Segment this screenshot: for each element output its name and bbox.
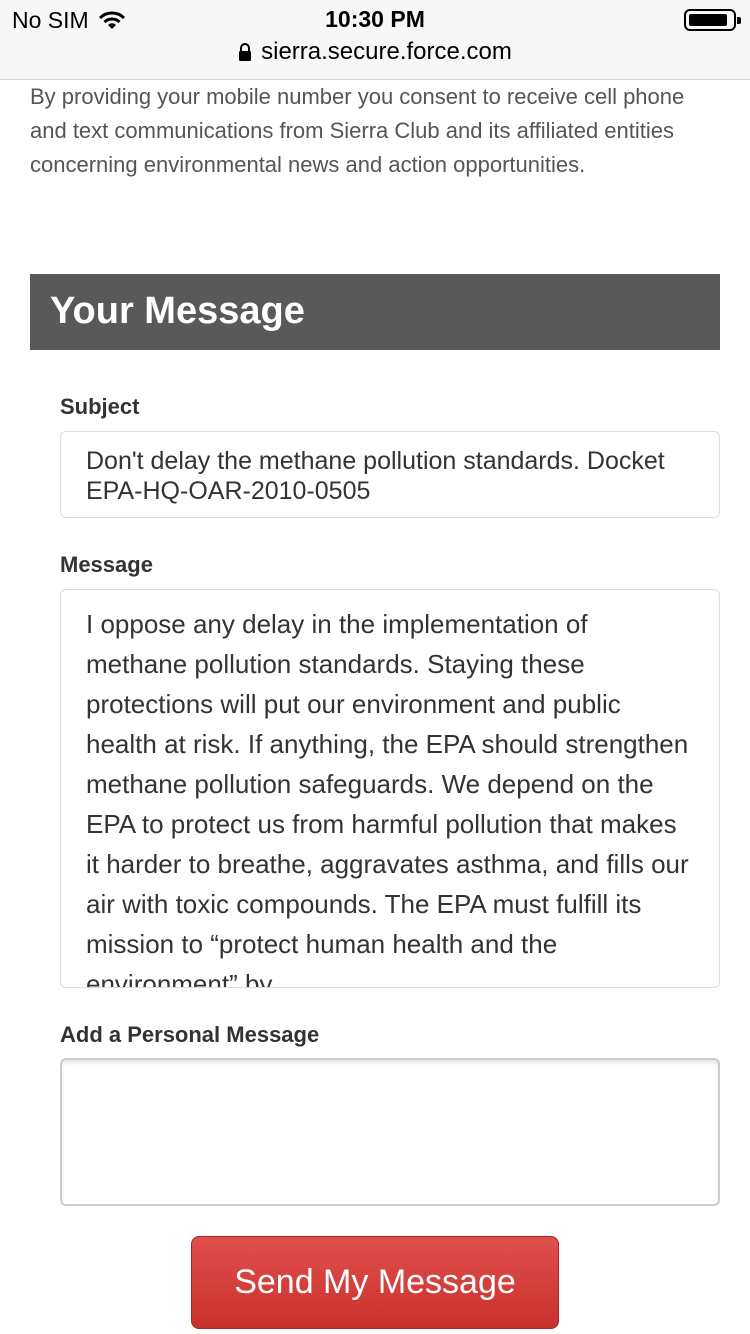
browser-top-bar: No SIM 10:30 PM sierra.secure.force.com [0, 0, 750, 80]
message-label: Message [60, 552, 153, 577]
lock-icon [239, 43, 252, 61]
subject-label: Subject [60, 394, 140, 419]
send-message-button[interactable]: Send My Message [191, 1236, 559, 1329]
send-message-label: Send My Message [234, 1263, 516, 1301]
clock: 10:30 PM [325, 6, 425, 32]
message-textarea[interactable]: I oppose any delay in the implementation… [60, 589, 720, 988]
section-title: Your Message [50, 290, 305, 332]
subject-field[interactable]: Don't delay the methane pollution standa… [60, 431, 720, 518]
battery-icon [684, 9, 741, 31]
section-header: Your Message [30, 274, 720, 350]
personal-message-textarea[interactable] [60, 1058, 720, 1206]
sms-consent-text: By providing your mobile number you cons… [30, 84, 685, 177]
address-bar[interactable]: sierra.secure.force.com [0, 38, 750, 66]
url-text: sierra.secure.force.com [261, 38, 512, 65]
personal-message-label: Add a Personal Message [60, 1022, 320, 1047]
